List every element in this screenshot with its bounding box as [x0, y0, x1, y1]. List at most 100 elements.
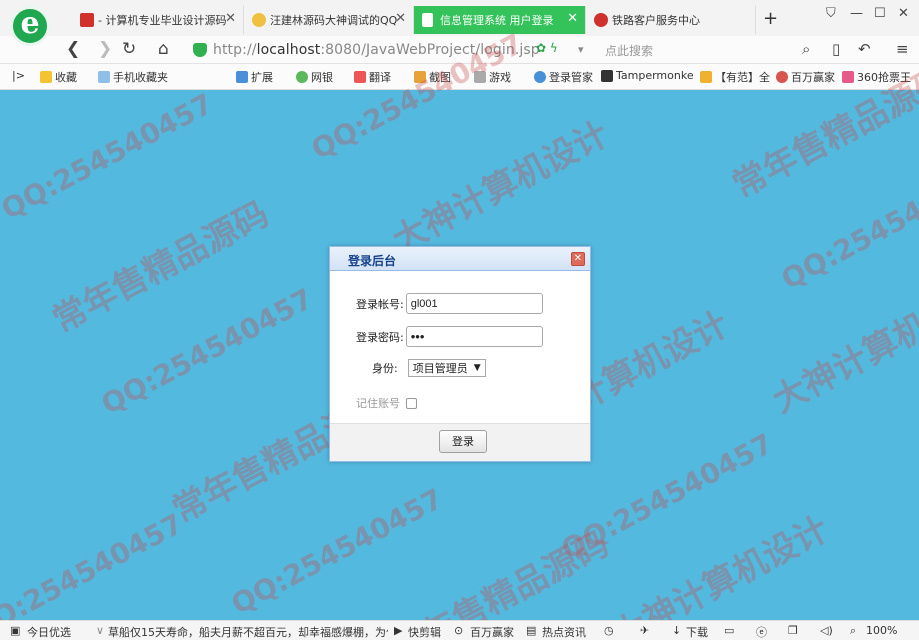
sidebar-toggle-icon[interactable]: |>: [12, 69, 25, 82]
zoom-level[interactable]: 100%: [866, 624, 897, 637]
new-tab-button[interactable]: +: [763, 8, 778, 29]
lightning-icon[interactable]: ✿ ϟ: [536, 41, 558, 55]
quick-clip-link[interactable]: 快剪辑: [408, 624, 441, 640]
document-icon: [422, 13, 433, 27]
gift-icon: ▣: [10, 624, 21, 637]
speed-icon[interactable]: ◷: [604, 624, 614, 637]
tab-graduation-design[interactable]: - 计算机专业毕业设计源码 ✕: [72, 6, 244, 34]
star-icon: [252, 13, 266, 27]
remember-checkbox[interactable]: [406, 397, 417, 409]
bookmark-screenshot[interactable]: 截图: [414, 69, 451, 85]
account-input[interactable]: [405, 293, 543, 314]
minimize-icon[interactable]: —: [850, 6, 863, 21]
ie-icon[interactable]: ⓔ: [756, 624, 767, 640]
tab-railway[interactable]: 铁路客户服务中心 ✕: [586, 6, 756, 34]
tab-qq-source[interactable]: 汪建林源码大神调试的QQ ✕: [244, 6, 414, 34]
download-icon: ↓: [672, 624, 682, 637]
bookmark-login-manager[interactable]: 登录管家: [534, 69, 593, 85]
sound-icon[interactable]: ◁): [820, 624, 833, 637]
tampermonkey-icon: [601, 69, 613, 82]
folder-icon: [98, 71, 110, 83]
copy-icon[interactable]: ❐: [788, 624, 798, 637]
bookmark-tampermonkey[interactable]: Tampermonke: [601, 69, 694, 82]
dialog-footer: 登录: [330, 423, 590, 461]
medal-icon: [776, 71, 788, 83]
address-bar: ❮ ❯ ↻ ⌂ http://localhost:8080/JavaWebPro…: [0, 36, 919, 64]
status-bar: ▣ 今日优选 ∨ 草船仅15天寿命，船夫月薪不超百元，却幸福感爆棚，为什 ▶ 快…: [0, 620, 919, 640]
gamepad-icon: [474, 71, 486, 83]
search-input[interactable]: 点此搜索: [605, 42, 653, 59]
tab-title: 信息管理系统 用户登录: [440, 14, 554, 27]
role-value: 项目管理员: [412, 362, 468, 375]
scissors-icon: [414, 71, 426, 83]
security-shield-icon: [193, 43, 207, 57]
chevron-down-icon: ▼: [473, 363, 481, 373]
role-row: 身份: 项目管理员 ▼: [372, 359, 486, 377]
crown-icon: [700, 71, 712, 83]
watermark: 大神计算机设计: [766, 274, 919, 422]
maximize-icon[interactable]: ☐: [874, 6, 886, 21]
tab-title: 铁路客户服务中心: [612, 14, 700, 27]
zoom-icon[interactable]: ⌕: [850, 624, 856, 638]
phone-icon[interactable]: ▯: [832, 40, 840, 58]
back-icon[interactable]: ❮: [66, 39, 80, 59]
translate-icon: [354, 71, 366, 83]
tab-bar: e - 计算机专业毕业设计源码 ✕ 汪建林源码大神调试的QQ ✕ 信息管理系统 …: [0, 0, 919, 46]
search-icon[interactable]: ⌕: [802, 40, 810, 58]
chevron-down-icon[interactable]: ∨: [96, 624, 104, 637]
hot-news-link[interactable]: 热点资讯: [542, 624, 586, 640]
grid-icon: [236, 71, 248, 83]
bookmark-banking[interactable]: 网银: [296, 69, 333, 85]
menu-icon[interactable]: ≡: [896, 40, 909, 58]
role-select[interactable]: 项目管理员 ▼: [407, 359, 486, 377]
bookmark-games[interactable]: 游戏: [474, 69, 511, 85]
bookmark-youfan[interactable]: 【有范】全: [700, 69, 770, 85]
bookmark-millionaire[interactable]: 百万赢家: [776, 69, 835, 85]
password-input[interactable]: •••: [405, 326, 543, 347]
login-button[interactable]: 登录: [439, 430, 487, 453]
forward-icon[interactable]: ❯: [98, 39, 112, 59]
watermark: 常年售精品源码: [46, 194, 276, 342]
download-link[interactable]: 下载: [686, 624, 708, 640]
skin-icon[interactable]: ⛉: [826, 6, 836, 21]
remember-row: 记住账号: [356, 395, 417, 411]
star-icon: [40, 71, 52, 83]
bookmark-360-ticket[interactable]: 360抢票王: [842, 69, 911, 85]
tab-login[interactable]: 信息管理系统 用户登录 ✕: [414, 6, 586, 34]
watermark: 大神计算机设计: [386, 114, 616, 262]
chevron-down-icon[interactable]: ▾: [578, 43, 584, 56]
tab-title: - 计算机专业毕业设计源码: [98, 14, 227, 27]
bookmark-favorites[interactable]: 收藏: [40, 69, 77, 85]
news-ticker[interactable]: 草船仅15天寿命，船夫月薪不超百元，却幸福感爆棚，为什: [108, 624, 388, 640]
home-icon[interactable]: ⌂: [158, 39, 169, 59]
dialog-header: 登录后台 ✕: [330, 247, 590, 271]
url-text: http://localhost:8080/JavaWebProject/log…: [213, 42, 540, 58]
undo-icon[interactable]: ↶: [858, 40, 871, 58]
video-edit-icon: ▶: [394, 624, 403, 637]
close-icon[interactable]: ✕: [225, 11, 236, 26]
bookmark-translate[interactable]: 翻译: [354, 69, 391, 85]
account-row: 登录帐号:: [356, 293, 543, 314]
close-icon[interactable]: ✕: [395, 11, 406, 26]
millionaire-link[interactable]: 百万赢家: [470, 624, 514, 640]
url-field[interactable]: http://localhost:8080/JavaWebProject/log…: [193, 38, 593, 62]
bookmark-extensions[interactable]: 扩展: [236, 69, 273, 85]
today-picks-link[interactable]: 今日优选: [27, 624, 71, 640]
window-close-icon[interactable]: ✕: [898, 6, 909, 21]
watermark: QQ:254540457: [95, 281, 319, 422]
bookmark-mobile[interactable]: 手机收藏夹: [98, 69, 168, 85]
browser-logo-icon[interactable]: e: [10, 6, 50, 46]
account-label: 登录帐号:: [356, 297, 404, 311]
watermark: QQ:254540457: [775, 156, 919, 297]
watermark: QQ:254540457: [0, 86, 219, 227]
reload-icon[interactable]: ↻: [122, 39, 136, 59]
close-icon[interactable]: ✕: [567, 11, 578, 26]
watermark: QQ:254540457: [225, 481, 449, 622]
ticket-icon: [842, 71, 854, 83]
dialog-title: 登录后台: [348, 254, 397, 268]
close-icon[interactable]: ✕: [571, 252, 585, 266]
window-icon[interactable]: ▭: [724, 624, 734, 637]
accelerate-icon[interactable]: ✈: [640, 624, 649, 637]
password-label: 登录密码:: [356, 330, 404, 344]
bookmarks-bar: |> 收藏 手机收藏夹 扩展 网银 翻译 截图 游戏 登录管家 Tampermo…: [0, 64, 919, 90]
